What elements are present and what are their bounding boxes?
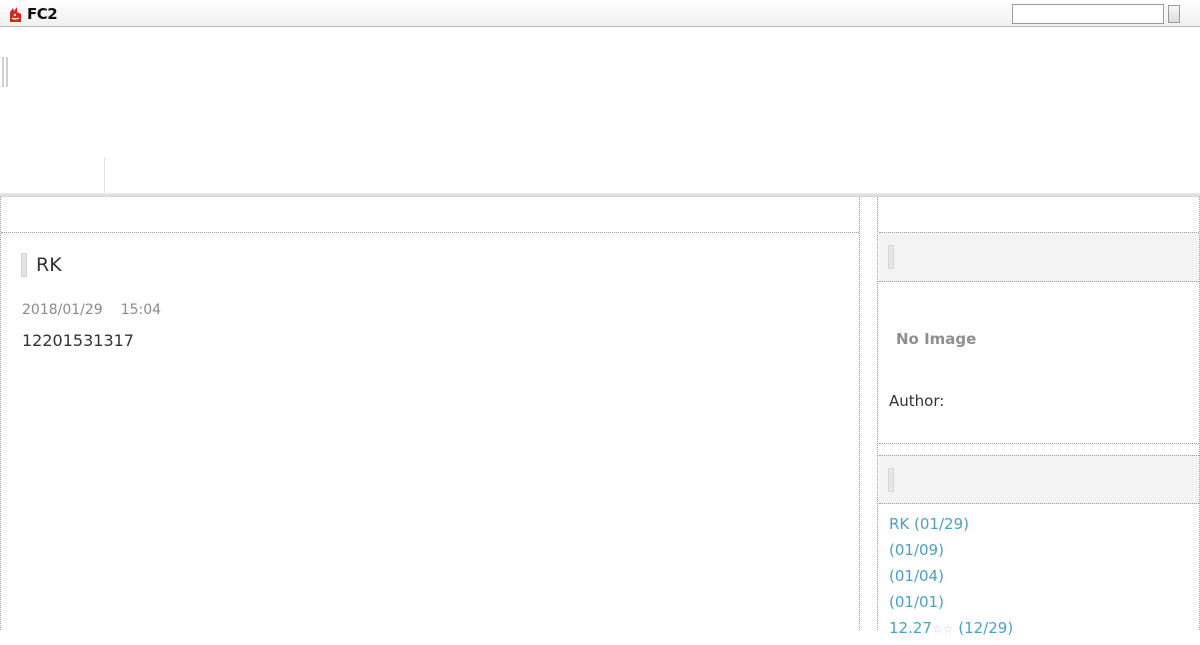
fc2-header-bar: FC2	[0, 0, 1200, 27]
blog-header	[0, 27, 1200, 197]
profile-author-label: Author:	[889, 392, 945, 410]
recent-entry-title: RK	[889, 515, 910, 533]
main-top-strip	[1, 197, 859, 233]
profile-plugin-body: No Image Author:	[879, 282, 1199, 444]
entry-time: 15:04	[120, 302, 162, 318]
fc2-logo[interactable]: FC2	[7, 5, 58, 23]
sidebar-top-strip	[879, 197, 1199, 233]
recent-entry-date: (12/29)	[958, 619, 1014, 637]
search-input[interactable]	[1012, 4, 1164, 24]
recent-entry-link[interactable]: 12.27☆☆ (12/29)	[889, 619, 1013, 645]
recent-entry-link[interactable]: RK (01/29)	[889, 515, 1013, 541]
recent-entry-date: (01/09)	[889, 541, 944, 559]
recent-entry-date: (01/04)	[889, 567, 944, 585]
recent-entries-plugin-header	[879, 455, 1199, 504]
entry-body: 12201531317	[22, 331, 134, 350]
sidebar: No Image Author: RK (01/29) (01/09) (01/…	[879, 197, 1200, 637]
recent-entry-title: 12.27	[889, 619, 932, 637]
search-button[interactable]	[1168, 5, 1180, 23]
entry-title[interactable]: RK	[36, 254, 62, 276]
recent-entry-link[interactable]: (01/04)	[889, 567, 1013, 593]
column-gutter	[860, 197, 878, 630]
entry-meta: 2018/01/29 15:04	[22, 302, 161, 318]
plugin-header-marker	[888, 245, 894, 269]
fc2-logo-icon	[10, 6, 21, 22]
profile-no-image: No Image	[896, 330, 977, 348]
header-nav-divider	[104, 157, 105, 195]
recent-entry-date: (01/29)	[914, 515, 969, 533]
plugin-header-marker	[888, 468, 894, 492]
recent-entries-list: RK (01/29) (01/09) (01/04) (01/01) 12.27…	[889, 515, 1013, 645]
header-title-mark	[2, 57, 8, 87]
fc2-logo-text: FC2	[27, 5, 58, 23]
main-column: RK 2018/01/29 15:04 12201531317	[0, 197, 860, 630]
recent-entry-link[interactable]: (01/01)	[889, 593, 1013, 619]
entry-date: 2018/01/29	[22, 302, 103, 318]
recent-entry-stars: ☆☆	[931, 622, 954, 636]
recent-entry-link[interactable]: (01/09)	[889, 541, 1013, 567]
entry-title-marker	[21, 253, 27, 277]
recent-entry-date: (01/01)	[889, 593, 944, 611]
profile-plugin-header	[879, 233, 1199, 282]
entry-header: RK	[21, 253, 62, 277]
